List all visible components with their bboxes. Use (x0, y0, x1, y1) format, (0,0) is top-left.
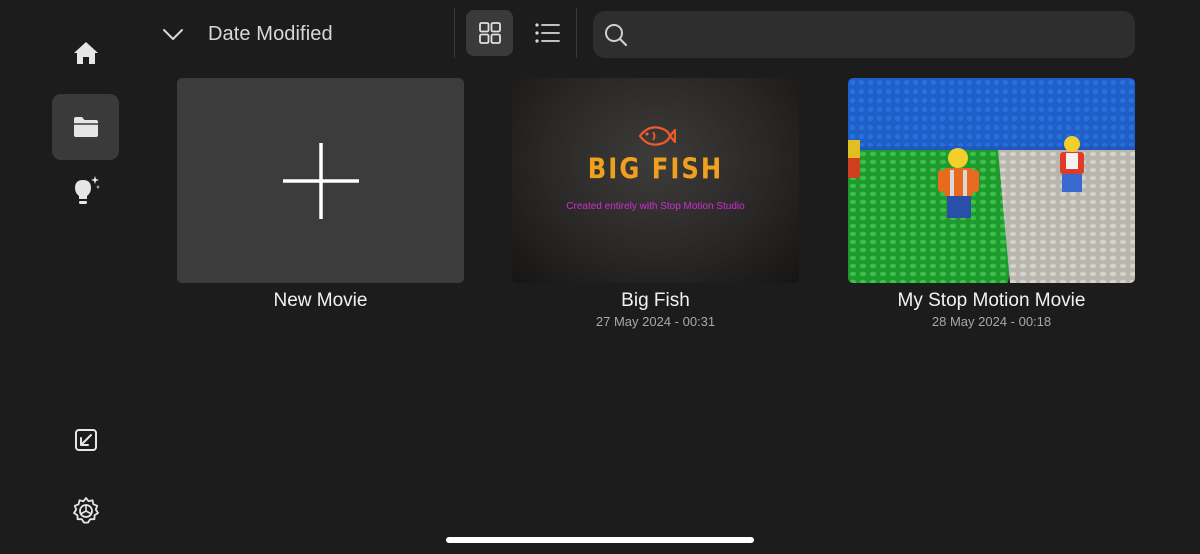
chevron-down-icon (163, 29, 183, 40)
movie-title: Big Fish (621, 290, 690, 311)
home-indicator[interactable] (446, 537, 754, 543)
ideas-button[interactable] (52, 158, 119, 224)
lego-scene-image (848, 78, 1135, 283)
list-icon (534, 23, 560, 43)
thumbnail-subtitle: Created entirely with Stop Motion Studio (566, 201, 745, 212)
search-input[interactable] (637, 24, 1135, 45)
projects-button[interactable] (52, 94, 119, 160)
grid-icon (478, 22, 501, 44)
settings-button[interactable] (52, 478, 119, 544)
import-icon (74, 429, 97, 451)
home-icon (73, 42, 98, 64)
search-icon (605, 23, 628, 46)
sort-dropdown[interactable]: Date Modified (160, 14, 333, 54)
movie-title: My Stop Motion Movie (897, 290, 1086, 311)
sidebar (0, 0, 172, 554)
movie-thumbnail[interactable]: BIG FISH Created entirely with Stop Moti… (512, 78, 799, 283)
settings-icon (72, 497, 99, 524)
toolbar-divider (454, 8, 455, 58)
toolbar-divider (576, 8, 577, 58)
movie-date: 27 May 2024 - 00:31 (595, 314, 716, 329)
new-movie-thumbnail[interactable] (177, 78, 464, 283)
movie-date: 28 May 2024 - 00:18 (931, 314, 1052, 329)
search-field[interactable] (593, 11, 1135, 58)
folder-icon (73, 117, 98, 137)
grid-view-button[interactable] (466, 10, 513, 56)
plus-icon (282, 142, 359, 219)
home-button[interactable] (52, 20, 119, 86)
movie-card[interactable]: My Stop Motion Movie 28 May 2024 - 00:18 (848, 78, 1135, 329)
movie-title: New Movie (273, 290, 368, 311)
import-button[interactable] (52, 407, 119, 473)
movie-thumbnail[interactable] (848, 78, 1135, 283)
movie-card[interactable]: BIG FISH Created entirely with Stop Moti… (512, 78, 799, 329)
new-movie-card[interactable]: New Movie (177, 78, 464, 312)
list-view-button[interactable] (523, 10, 570, 56)
fish-logo-icon (638, 126, 676, 146)
lightbulb-icon (74, 176, 100, 204)
thumbnail-title: BIG FISH (587, 153, 724, 186)
sort-label: Date Modified (208, 22, 333, 45)
